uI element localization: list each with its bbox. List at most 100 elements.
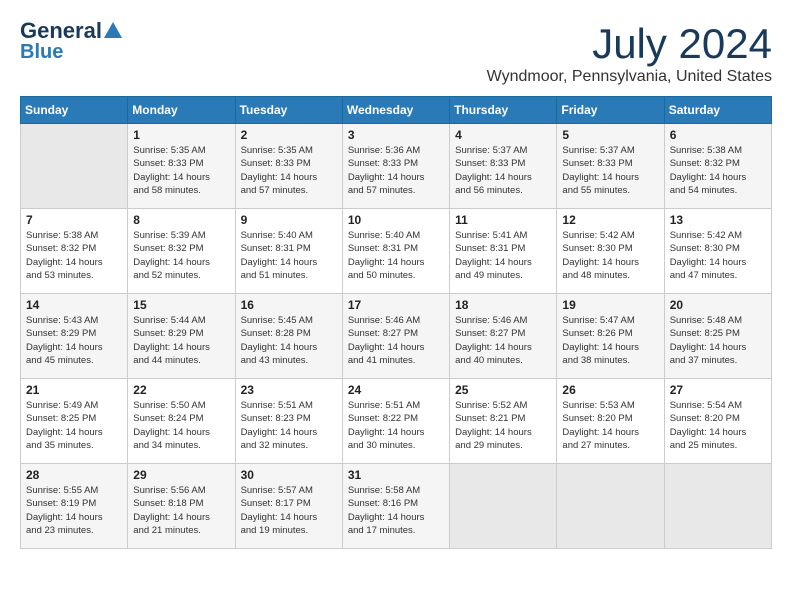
day-info: Sunrise: 5:44 AMSunset: 8:29 PMDaylight:… xyxy=(133,314,229,367)
calendar-cell: 4 Sunrise: 5:37 AMSunset: 8:33 PMDaylight… xyxy=(450,124,557,209)
day-info: Sunrise: 5:49 AMSunset: 8:25 PMDaylight:… xyxy=(26,399,122,452)
calendar-cell: 29Sunrise: 5:56 AMSunset: 8:18 PMDayligh… xyxy=(128,464,235,549)
calendar-cell: 20 Sunrise: 5:48 AMSunset: 8:25 PMDayligh… xyxy=(664,294,771,379)
calendar-cell: 21 Sunrise: 5:49 AMSunset: 8:25 PMDayligh… xyxy=(21,379,128,464)
day-number: 14 xyxy=(26,298,122,312)
day-info: Sunrise: 5:55 AMSunset: 8:19 PMDaylight:… xyxy=(26,484,122,537)
header-wednesday: Wednesday xyxy=(342,97,449,124)
day-number: 25 xyxy=(455,383,551,397)
calendar-cell: 18Sunrise: 5:46 AMSunset: 8:27 PMDayligh… xyxy=(450,294,557,379)
logo-blue: Blue xyxy=(20,42,63,62)
calendar-cell: 30 Sunrise: 5:57 AMSunset: 8:17 PMDayligh… xyxy=(235,464,342,549)
calendar-cell xyxy=(664,464,771,549)
day-info: Sunrise: 5:51 AMSunset: 8:23 PMDaylight:… xyxy=(241,399,337,452)
calendar-cell: 14 Sunrise: 5:43 AMSunset: 8:29 PMDayligh… xyxy=(21,294,128,379)
month-title: July 2024 xyxy=(487,20,772,68)
day-number: 10 xyxy=(348,213,444,227)
calendar-cell: 28 Sunrise: 5:55 AMSunset: 8:19 PMDayligh… xyxy=(21,464,128,549)
calendar-cell xyxy=(21,124,128,209)
calendar-cell: 24 Sunrise: 5:51 AMSunset: 8:22 PMDayligh… xyxy=(342,379,449,464)
logo: General Blue xyxy=(20,20,122,62)
day-info: Sunrise: 5:38 AMSunset: 8:32 PMDaylight:… xyxy=(670,144,766,197)
logo-general: General xyxy=(20,20,102,42)
day-number: 28 xyxy=(26,468,122,482)
calendar-cell: 13 Sunrise: 5:42 AMSunset: 8:30 PMDayligh… xyxy=(664,209,771,294)
day-info: Sunrise: 5:40 AMSunset: 8:31 PMDaylight:… xyxy=(241,229,337,282)
day-info: Sunrise: 5:47 AMSunset: 8:26 PMDaylight:… xyxy=(562,314,658,367)
day-number: 29 xyxy=(133,468,229,482)
calendar-cell: 6 Sunrise: 5:38 AMSunset: 8:32 PMDaylight… xyxy=(664,124,771,209)
day-info: Sunrise: 5:48 AMSunset: 8:25 PMDaylight:… xyxy=(670,314,766,367)
day-number: 31 xyxy=(348,468,444,482)
day-info: Sunrise: 5:43 AMSunset: 8:29 PMDaylight:… xyxy=(26,314,122,367)
day-number: 6 xyxy=(670,128,766,142)
day-info: Sunrise: 5:52 AMSunset: 8:21 PMDaylight:… xyxy=(455,399,551,452)
calendar-cell xyxy=(557,464,664,549)
day-number: 23 xyxy=(241,383,337,397)
day-info: Sunrise: 5:41 AMSunset: 8:31 PMDaylight:… xyxy=(455,229,551,282)
header-tuesday: Tuesday xyxy=(235,97,342,124)
location-title: Wyndmoor, Pennsylvania, United States xyxy=(487,68,772,86)
day-number: 2 xyxy=(241,128,337,142)
day-number: 21 xyxy=(26,383,122,397)
header-monday: Monday xyxy=(128,97,235,124)
calendar-week-2: 7 Sunrise: 5:38 AMSunset: 8:32 PMDaylight… xyxy=(21,209,772,294)
calendar-table: SundayMondayTuesdayWednesdayThursdayFrid… xyxy=(20,96,772,549)
day-info: Sunrise: 5:42 AMSunset: 8:30 PMDaylight:… xyxy=(670,229,766,282)
calendar-cell: 10 Sunrise: 5:40 AMSunset: 8:31 PMDayligh… xyxy=(342,209,449,294)
day-info: Sunrise: 5:36 AMSunset: 8:33 PMDaylight:… xyxy=(348,144,444,197)
header-thursday: Thursday xyxy=(450,97,557,124)
day-info: Sunrise: 5:58 AMSunset: 8:16 PMDaylight:… xyxy=(348,484,444,537)
calendar-cell: 15 Sunrise: 5:44 AMSunset: 8:29 PMDayligh… xyxy=(128,294,235,379)
day-info: Sunrise: 5:42 AMSunset: 8:30 PMDaylight:… xyxy=(562,229,658,282)
day-info: Sunrise: 5:37 AMSunset: 8:33 PMDaylight:… xyxy=(455,144,551,197)
day-number: 30 xyxy=(241,468,337,482)
day-number: 12 xyxy=(562,213,658,227)
calendar-cell: 19 Sunrise: 5:47 AMSunset: 8:26 PMDayligh… xyxy=(557,294,664,379)
day-info: Sunrise: 5:40 AMSunset: 8:31 PMDaylight:… xyxy=(348,229,444,282)
calendar-cell: 1Sunrise: 5:35 AMSunset: 8:33 PMDaylight… xyxy=(128,124,235,209)
day-info: Sunrise: 5:37 AMSunset: 8:33 PMDaylight:… xyxy=(562,144,658,197)
day-info: Sunrise: 5:54 AMSunset: 8:20 PMDaylight:… xyxy=(670,399,766,452)
calendar-week-5: 28 Sunrise: 5:55 AMSunset: 8:19 PMDayligh… xyxy=(21,464,772,549)
day-number: 17 xyxy=(348,298,444,312)
calendar-week-4: 21 Sunrise: 5:49 AMSunset: 8:25 PMDayligh… xyxy=(21,379,772,464)
calendar-cell: 12 Sunrise: 5:42 AMSunset: 8:30 PMDayligh… xyxy=(557,209,664,294)
day-number: 11 xyxy=(455,213,551,227)
day-number: 20 xyxy=(670,298,766,312)
calendar-cell: 23 Sunrise: 5:51 AMSunset: 8:23 PMDayligh… xyxy=(235,379,342,464)
day-number: 7 xyxy=(26,213,122,227)
calendar-cell: 17Sunrise: 5:46 AMSunset: 8:27 PMDayligh… xyxy=(342,294,449,379)
day-number: 4 xyxy=(455,128,551,142)
day-number: 16 xyxy=(241,298,337,312)
calendar-cell: 9 Sunrise: 5:40 AMSunset: 8:31 PMDaylight… xyxy=(235,209,342,294)
day-info: Sunrise: 5:46 AMSunset: 8:27 PMDaylight:… xyxy=(455,314,551,367)
day-info: Sunrise: 5:35 AMSunset: 8:33 PMDaylight:… xyxy=(241,144,337,197)
title-section: July 2024 Wyndmoor, Pennsylvania, United… xyxy=(487,20,772,86)
day-number: 13 xyxy=(670,213,766,227)
day-number: 24 xyxy=(348,383,444,397)
day-number: 9 xyxy=(241,213,337,227)
day-info: Sunrise: 5:39 AMSunset: 8:32 PMDaylight:… xyxy=(133,229,229,282)
day-number: 15 xyxy=(133,298,229,312)
calendar-cell: 31 Sunrise: 5:58 AMSunset: 8:16 PMDayligh… xyxy=(342,464,449,549)
header-sunday: Sunday xyxy=(21,97,128,124)
day-number: 3 xyxy=(348,128,444,142)
calendar-cell xyxy=(450,464,557,549)
calendar-cell: 7 Sunrise: 5:38 AMSunset: 8:32 PMDaylight… xyxy=(21,209,128,294)
calendar-cell: 8Sunrise: 5:39 AMSunset: 8:32 PMDaylight… xyxy=(128,209,235,294)
calendar-cell: 26Sunrise: 5:53 AMSunset: 8:20 PMDayligh… xyxy=(557,379,664,464)
header-saturday: Saturday xyxy=(664,97,771,124)
header-section: General Blue July 2024 Wyndmoor, Pennsyl… xyxy=(20,20,772,86)
calendar-cell: 22Sunrise: 5:50 AMSunset: 8:24 PMDayligh… xyxy=(128,379,235,464)
day-info: Sunrise: 5:38 AMSunset: 8:32 PMDaylight:… xyxy=(26,229,122,282)
day-info: Sunrise: 5:50 AMSunset: 8:24 PMDaylight:… xyxy=(133,399,229,452)
day-number: 1 xyxy=(133,128,229,142)
day-number: 19 xyxy=(562,298,658,312)
day-number: 5 xyxy=(562,128,658,142)
day-info: Sunrise: 5:51 AMSunset: 8:22 PMDaylight:… xyxy=(348,399,444,452)
calendar-cell: 5 Sunrise: 5:37 AMSunset: 8:33 PMDaylight… xyxy=(557,124,664,209)
day-number: 26 xyxy=(562,383,658,397)
day-number: 27 xyxy=(670,383,766,397)
day-info: Sunrise: 5:57 AMSunset: 8:17 PMDaylight:… xyxy=(241,484,337,537)
